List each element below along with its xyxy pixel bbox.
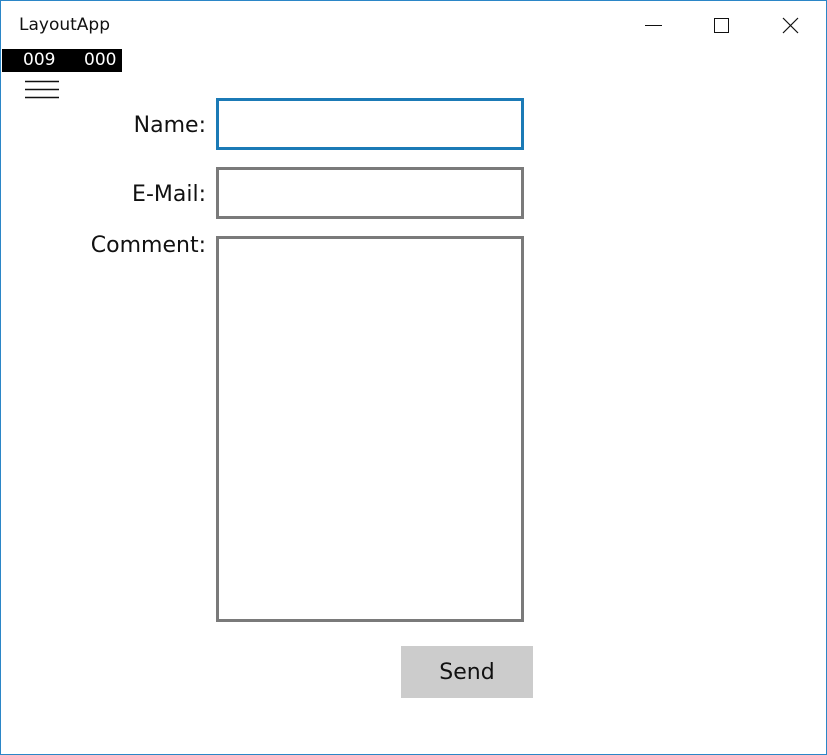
maximize-button[interactable] — [698, 2, 744, 48]
send-button[interactable]: Send — [401, 646, 533, 698]
counter-right: 000 — [84, 50, 117, 70]
close-icon — [782, 17, 799, 34]
app-window: LayoutApp 009 000 Name: E-Mail: Comment:… — [0, 0, 827, 755]
comment-label: Comment: — [90, 233, 206, 258]
close-button[interactable] — [767, 2, 813, 48]
frame-counter: 009 000 — [2, 49, 122, 72]
email-input[interactable] — [216, 167, 524, 219]
minimize-button[interactable] — [630, 2, 676, 48]
comment-textarea[interactable] — [216, 236, 524, 622]
hamburger-menu-icon — [25, 80, 59, 99]
menu-button[interactable] — [25, 79, 59, 101]
title-bar[interactable]: LayoutApp — [1, 1, 826, 49]
name-input[interactable] — [216, 98, 524, 150]
minimize-icon — [645, 25, 662, 26]
app-title: LayoutApp — [19, 15, 111, 35]
counter-left: 009 — [23, 50, 56, 70]
maximize-icon — [714, 18, 729, 33]
name-label: Name: — [133, 113, 206, 138]
email-label: E-Mail: — [132, 182, 206, 207]
